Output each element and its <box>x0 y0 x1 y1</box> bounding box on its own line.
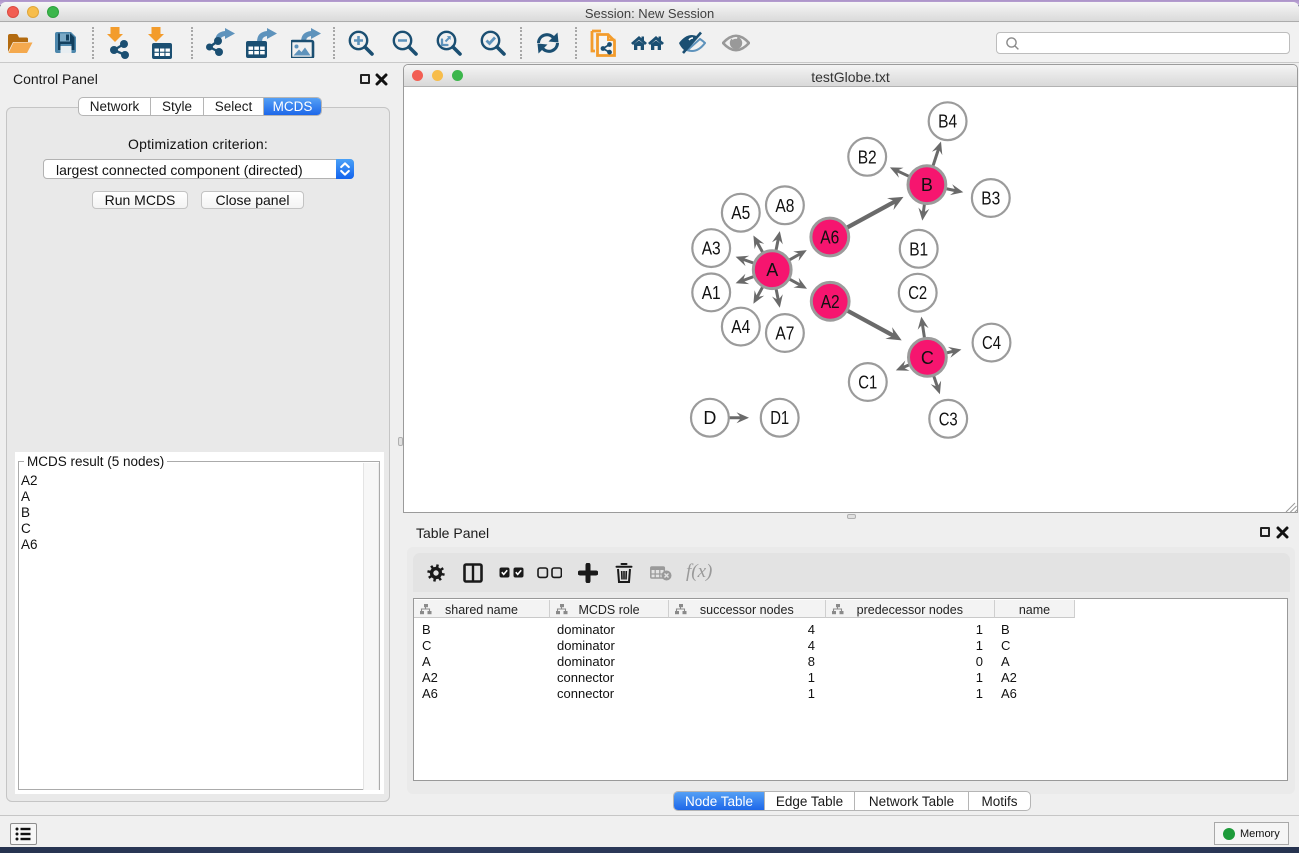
svg-text:B3: B3 <box>981 189 1000 209</box>
svg-text:A3: A3 <box>702 239 721 259</box>
svg-text:A8: A8 <box>775 196 794 216</box>
svg-text:C2: C2 <box>908 283 927 303</box>
svg-text:A1: A1 <box>702 283 721 303</box>
svg-text:A2: A2 <box>821 292 840 312</box>
svg-text:B2: B2 <box>858 147 877 167</box>
svg-text:C3: C3 <box>939 409 958 429</box>
svg-text:C1: C1 <box>858 373 877 393</box>
svg-text:D: D <box>703 408 716 428</box>
svg-text:B4: B4 <box>938 112 957 132</box>
svg-text:C4: C4 <box>982 333 1001 353</box>
svg-text:B1: B1 <box>909 239 928 259</box>
svg-text:B: B <box>921 175 933 195</box>
svg-text:D1: D1 <box>770 408 789 428</box>
svg-text:A7: A7 <box>775 324 794 344</box>
svg-text:A5: A5 <box>731 203 750 223</box>
svg-text:A4: A4 <box>731 317 750 337</box>
svg-text:A6: A6 <box>820 228 839 248</box>
svg-text:C: C <box>921 348 934 368</box>
svg-text:A: A <box>766 260 778 280</box>
